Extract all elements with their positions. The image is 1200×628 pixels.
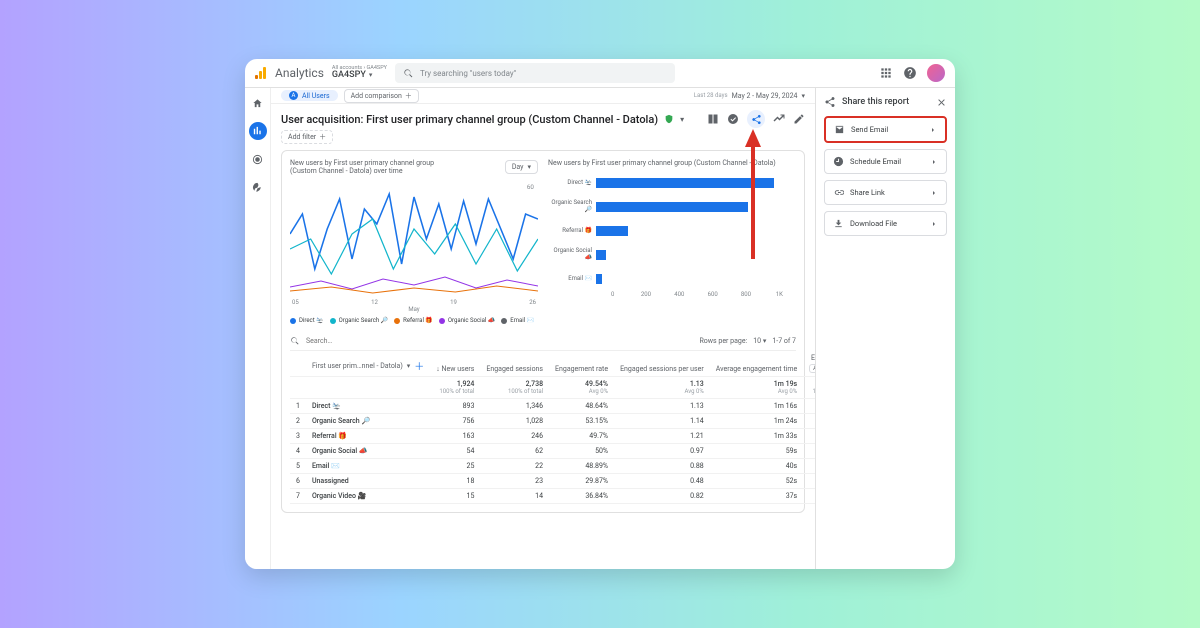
user-avatar[interactable] (927, 64, 945, 82)
top-bar: Analytics All accounts › GA4SPY GA4SPY T… (245, 59, 955, 88)
chart-legend: Direct 🛬 Organic Search 🔎 Referral 🎁 Org… (290, 317, 538, 324)
granularity-selector[interactable]: Day▾ (505, 160, 538, 174)
pagination-label: 1-7 of 7 (772, 337, 796, 345)
chevron-right-icon (930, 158, 938, 166)
line-chart: New users by First user primary channel … (290, 159, 538, 324)
close-icon[interactable] (936, 97, 947, 108)
apps-icon[interactable] (879, 66, 893, 80)
bar-chart: New users by First user primary channel … (548, 159, 796, 324)
rows-per-page-select[interactable]: 10 ▾ (753, 337, 766, 345)
insights-icon[interactable] (727, 113, 739, 125)
table-row[interactable]: 2Organic Search 🔎7561,02853.15%1.141m 24… (290, 414, 815, 429)
download-icon (833, 218, 844, 229)
share-link[interactable]: Share Link (824, 180, 947, 205)
top-actions (879, 64, 945, 82)
clock-icon (833, 156, 844, 167)
table-row[interactable]: 3Referral 🎁16324649.7%1.211m 33s4,902 (290, 429, 815, 444)
mail-icon (834, 124, 845, 135)
trend-icon[interactable] (773, 113, 785, 125)
bar-chart-title: New users by First user primary channel … (548, 159, 776, 167)
nav-rail (245, 88, 271, 569)
analytics-logo-icon (255, 67, 269, 79)
nav-explore[interactable] (249, 150, 267, 168)
chevron-right-icon (930, 189, 938, 197)
product-name: Analytics (275, 66, 324, 80)
nav-advertising[interactable] (249, 178, 267, 196)
dimension-header[interactable]: First user prim…nnel - Datola) (312, 362, 403, 370)
link-icon (833, 187, 844, 198)
table-search-icon (290, 336, 300, 346)
date-preset-label: Last 28 days (694, 92, 728, 99)
table-row[interactable]: 6Unassigned182329.87%0.4852s829 (290, 474, 815, 489)
product-logo: Analytics (255, 66, 324, 80)
add-comparison-button[interactable]: Add comparison＋ (344, 89, 419, 103)
share-icon (751, 114, 762, 125)
table-search-input[interactable] (306, 337, 693, 345)
share-download[interactable]: Download File (824, 211, 947, 236)
add-filter-button[interactable]: Add filter＋ (281, 130, 333, 144)
property-name: GA4SPY (332, 71, 387, 81)
chevron-right-icon (929, 126, 937, 134)
property-selector[interactable]: All accounts › GA4SPY GA4SPY (332, 65, 387, 81)
report-title-bar: User acquisition: First user primary cha… (271, 104, 815, 130)
share-icon (824, 96, 836, 108)
edit-icon[interactable] (793, 113, 805, 125)
report-title: User acquisition: First user primary cha… (281, 113, 658, 126)
chevron-right-icon (930, 220, 938, 228)
line-chart-title: New users by First user primary channel … (290, 159, 450, 175)
totals-row: 1,924100% of total 2,738100% of total 49… (290, 377, 815, 399)
nav-home[interactable] (249, 94, 267, 112)
table-row[interactable]: 7Organic Video 🎥151436.84%0.8237s290 (290, 489, 815, 504)
date-range-text: May 2 - May 29, 2024 (732, 92, 798, 100)
data-table: Rows per page: 10 ▾ 1-7 of 7 First user … (290, 332, 796, 504)
nav-reports[interactable] (249, 122, 267, 140)
share-panel-title: Share this report (842, 97, 930, 107)
verified-icon (664, 114, 674, 124)
date-range-picker[interactable]: Last 28 days May 2 - May 29, 2024 ▾ (694, 92, 805, 100)
search-placeholder: Try searching "users today" (420, 69, 516, 78)
segment-all-users[interactable]: A All Users (281, 90, 338, 101)
share-button[interactable] (747, 110, 765, 128)
segment-icon: A (289, 91, 298, 100)
table-row[interactable]: 4Organic Social 📣546250%0.9759s1,193 (290, 444, 815, 459)
help-icon[interactable] (903, 66, 917, 80)
title-dropdown[interactable]: ▾ (680, 115, 684, 124)
overview-card: New users by First user primary channel … (281, 150, 805, 513)
compare-icon[interactable] (707, 113, 719, 125)
table-row[interactable]: 5Email ✉️252248.89%0.8840s413 (290, 459, 815, 474)
search-icon (403, 68, 414, 79)
svg-text:60: 60 (527, 184, 535, 191)
share-schedule-email[interactable]: Schedule Email (824, 149, 947, 174)
global-search[interactable]: Try searching "users today" (395, 63, 675, 83)
segment-label: All Users (302, 92, 330, 100)
share-send-email[interactable]: Send Email (824, 116, 947, 143)
table-row[interactable]: 1Direct 🛬8931,34648.64%1.131m 16s26,640 (290, 399, 815, 414)
add-dimension-button[interactable]: ＋ (414, 358, 424, 373)
comparison-bar: A All Users Add comparison＋ Last 28 days… (271, 88, 815, 104)
share-panel: Share this report Send Email Schedule Em… (815, 88, 955, 569)
